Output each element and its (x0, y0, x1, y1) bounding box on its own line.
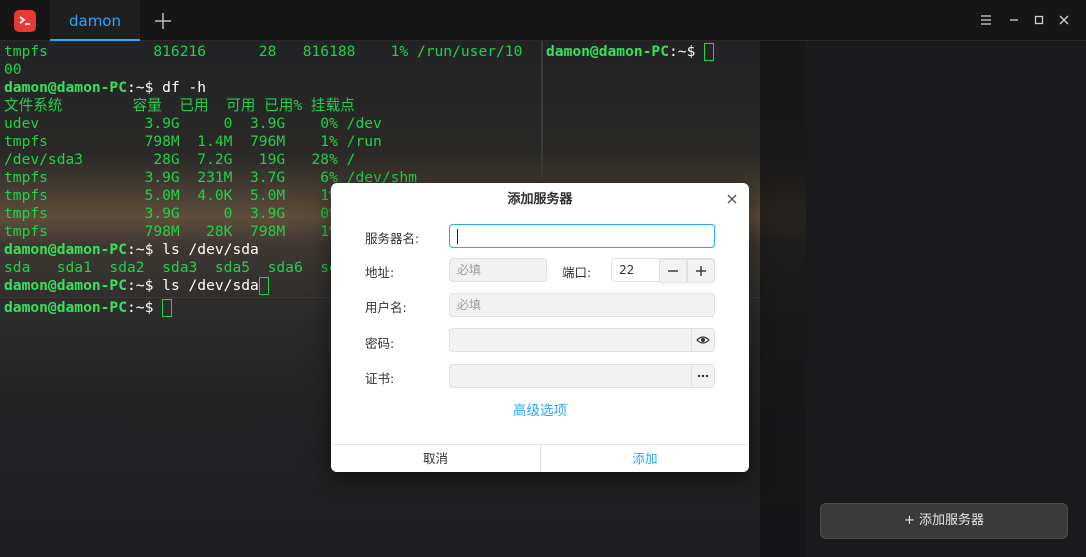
prompt-command: $ ls /dev/sda (144, 277, 259, 294)
address-label: 地址: (365, 265, 395, 280)
certificate-label: 证书: (365, 371, 395, 386)
add-server-dialog: 添加服务器 服务器名: 地址: 必填 端口: 22 用户名: 必填 密码: 证书… (331, 183, 749, 472)
prompt-command: $ (144, 299, 163, 316)
port-label: 端口: (562, 265, 592, 280)
port-value: 22 (619, 263, 635, 277)
prompt-user: damon@damon-PC (4, 241, 128, 258)
terminal-line: 文件系统 容量 已用 可用 已用% 挂载点 (4, 97, 522, 115)
maximize-icon[interactable] (1031, 12, 1047, 28)
username-placeholder: 必填 (457, 298, 482, 312)
certificate-input[interactable] (449, 364, 692, 388)
terminal-app-icon (14, 10, 36, 32)
prompt-path: :~ (669, 43, 687, 60)
prompt-command: $ df -h (144, 79, 207, 96)
terminal-line: /dev/sda3 28G 7.2G 19G 28% / (4, 151, 522, 169)
prompt-path: :~ (127, 277, 145, 294)
remote-management-panel: + 添加服务器 (806, 41, 1086, 557)
close-icon[interactable] (1056, 12, 1072, 28)
title-bar: damon (0, 0, 1086, 41)
terminal-cursor (704, 43, 715, 61)
prompt-user: damon@damon-PC (4, 79, 128, 96)
prompt-user: damon@damon-PC (546, 43, 670, 60)
show-password-eye-icon[interactable] (691, 328, 715, 352)
background-settings-panel (760, 41, 806, 557)
address-placeholder: 必填 (457, 263, 482, 277)
prompt-user: damon@damon-PC (4, 299, 128, 316)
terminal-cursor (162, 299, 173, 317)
terminal-cursor (258, 277, 269, 295)
dialog-title: 添加服务器 (507, 192, 573, 207)
cancel-button[interactable]: 取消 (331, 445, 540, 472)
terminal-line: tmpfs 798M 1.4M 796M 1% /run (4, 133, 522, 151)
server-name-label: 服务器名: (365, 231, 420, 246)
output-text: 00 (4, 61, 22, 78)
port-stepper[interactable]: 22 (611, 258, 715, 283)
prompt-path: :~ (127, 241, 145, 258)
terminal-prompt-right: damon@damon-PC:~$ (546, 43, 715, 61)
output-text: 文件系统 容量 已用 可用 已用% 挂载点 (4, 97, 355, 114)
text-caret (457, 229, 458, 244)
password-input[interactable] (449, 328, 692, 352)
output-text: tmpfs 816216 28 816188 1% /run/user/10 (4, 43, 523, 60)
terminal-line: udev 3.9G 0 3.9G 0% /dev (4, 115, 522, 133)
prompt-command: $ ls /dev/sda (144, 241, 259, 258)
prompt-command: $ (686, 43, 705, 60)
add-server-button[interactable]: + 添加服务器 (820, 503, 1068, 539)
output-text: sda sda1 sda2 sda3 sda5 sda6 sda7 (4, 259, 356, 276)
advanced-options-link[interactable]: 高级选项 (331, 399, 749, 419)
address-input[interactable]: 必填 (449, 258, 547, 282)
dialog-close-icon[interactable] (725, 191, 739, 205)
terminal-line: tmpfs 816216 28 816188 1% /run/user/10 (4, 43, 522, 61)
minimize-icon[interactable] (1006, 12, 1022, 28)
terminal-pane-bottom[interactable]: damon@damon-PC:~$ (4, 299, 173, 317)
tab-damon[interactable]: damon (50, 0, 140, 41)
output-text: /dev/sda3 28G 7.2G 19G 28% / (4, 151, 356, 168)
terminal-line: 00 (4, 61, 522, 79)
username-input[interactable]: 必填 (449, 293, 715, 317)
menu-icon[interactable] (978, 12, 994, 28)
port-decrement-button[interactable] (659, 259, 687, 283)
output-text: udev 3.9G 0 3.9G 0% /dev (4, 115, 382, 132)
password-label: 密码: (365, 336, 395, 351)
output-text: tmpfs 798M 1.4M 796M 1% /run (4, 133, 382, 150)
browse-file-ellipsis-icon[interactable] (691, 364, 715, 388)
prompt-user: damon@damon-PC (4, 277, 128, 294)
prompt-path: :~ (127, 299, 145, 316)
add-tab-icon[interactable] (152, 10, 174, 32)
port-increment-button[interactable] (687, 259, 715, 283)
prompt-path: :~ (127, 79, 145, 96)
tab-label: damon (68, 12, 121, 30)
add-button[interactable]: 添加 (541, 445, 749, 472)
dialog-footer: 取消 添加 (331, 444, 749, 472)
terminal-line: damon@damon-PC:~$ df -h (4, 79, 522, 97)
server-name-input[interactable] (449, 224, 715, 248)
username-label: 用户名: (365, 300, 407, 315)
